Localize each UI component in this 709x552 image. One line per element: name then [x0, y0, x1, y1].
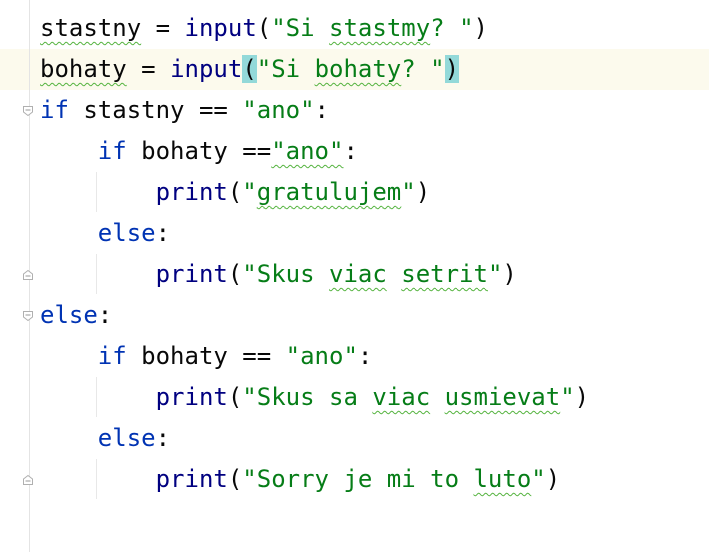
code-token: else — [97, 424, 156, 452]
code-token: bohaty — [40, 55, 127, 83]
code-line[interactable]: bohaty = input("Si bohaty? ") — [40, 49, 460, 90]
code-token: " — [531, 465, 546, 493]
code-token: : — [97, 301, 113, 329]
code-token: if — [97, 137, 127, 165]
code-token: viac — [372, 383, 431, 411]
code-token: "Si — [271, 14, 330, 42]
code-token: = — [126, 55, 171, 83]
code-token: bohaty — [314, 55, 402, 83]
code-token: print — [155, 178, 228, 206]
code-token: ( — [227, 178, 243, 206]
code-token: bohaty == — [126, 342, 286, 370]
code-token: ( — [227, 260, 243, 288]
code-token: ) — [473, 14, 488, 42]
code-token: print — [155, 383, 228, 411]
code-line[interactable]: if bohaty =="ano": — [40, 131, 358, 172]
code-token: stastny — [40, 14, 142, 42]
code-token: : — [314, 96, 329, 124]
code-line[interactable]: stastny = input("Si stastmy? ") — [40, 8, 488, 49]
code-token: ( — [227, 465, 243, 493]
code-token: "ano" — [285, 342, 358, 370]
code-token: ) — [574, 383, 590, 411]
code-token: "Si — [256, 55, 315, 83]
code-token: " — [487, 260, 503, 288]
code-token: gratulujem — [256, 178, 402, 206]
code-token: "ano" — [271, 137, 344, 165]
code-token: ( — [256, 14, 272, 42]
code-line[interactable]: print("gratulujem") — [40, 172, 431, 213]
code-token: " — [242, 178, 257, 206]
code-token: "Sorry je mi to — [242, 465, 474, 493]
code-token: setrit — [401, 260, 488, 288]
code-token: ) — [444, 55, 460, 83]
code-editor[interactable]: stastny = input("Si stastmy? ") bohaty = … — [0, 0, 709, 552]
code-token: "ano" — [242, 96, 315, 124]
fold-end-icon[interactable] — [22, 269, 34, 281]
code-line[interactable]: if stastny == "ano": — [40, 90, 329, 131]
code-line[interactable]: print("Skus sa viac usmievat") — [40, 377, 590, 418]
code-token: else — [97, 219, 156, 247]
code-token: if — [40, 96, 69, 124]
code-token: ) — [502, 260, 517, 288]
code-token: viac — [329, 260, 387, 288]
code-line[interactable]: print("Skus viac setrit") — [40, 254, 517, 295]
code-token: print — [155, 465, 228, 493]
fold-open-icon[interactable] — [22, 105, 34, 117]
code-token: = — [141, 14, 185, 42]
fold-open-icon[interactable] — [22, 310, 34, 322]
code-token: " — [560, 383, 575, 411]
code-line[interactable]: print("Sorry je mi to luto") — [40, 459, 561, 500]
code-line[interactable]: else: — [40, 213, 170, 254]
code-token: " — [401, 178, 416, 206]
code-token: stastmy — [329, 14, 431, 42]
code-token: ( — [242, 55, 257, 83]
code-token: stastny == — [68, 96, 243, 124]
code-token: ? " — [430, 14, 474, 42]
code-token: "Skus — [242, 260, 329, 288]
code-token: : — [357, 342, 373, 370]
code-token: usmievat — [444, 383, 561, 411]
code-line[interactable]: else: — [40, 295, 112, 336]
code-token: input — [184, 14, 257, 42]
code-token: ) — [415, 178, 431, 206]
code-token: bohaty == — [126, 137, 272, 165]
code-token: ( — [227, 383, 243, 411]
code-token: print — [155, 260, 228, 288]
code-line[interactable]: else: — [40, 418, 170, 459]
code-token: : — [155, 424, 171, 452]
code-token: else — [40, 301, 98, 329]
code-token: luto — [473, 465, 532, 493]
code-token: : — [343, 137, 358, 165]
code-token: : — [155, 219, 171, 247]
fold-end-icon[interactable] — [22, 474, 34, 486]
code-token: "Skus sa — [242, 383, 373, 411]
code-token: ? " — [401, 55, 445, 83]
code-token: input — [170, 55, 243, 83]
code-token: ) — [545, 465, 561, 493]
code-token: if — [97, 342, 127, 370]
code-line[interactable]: if bohaty == "ano": — [40, 336, 373, 377]
